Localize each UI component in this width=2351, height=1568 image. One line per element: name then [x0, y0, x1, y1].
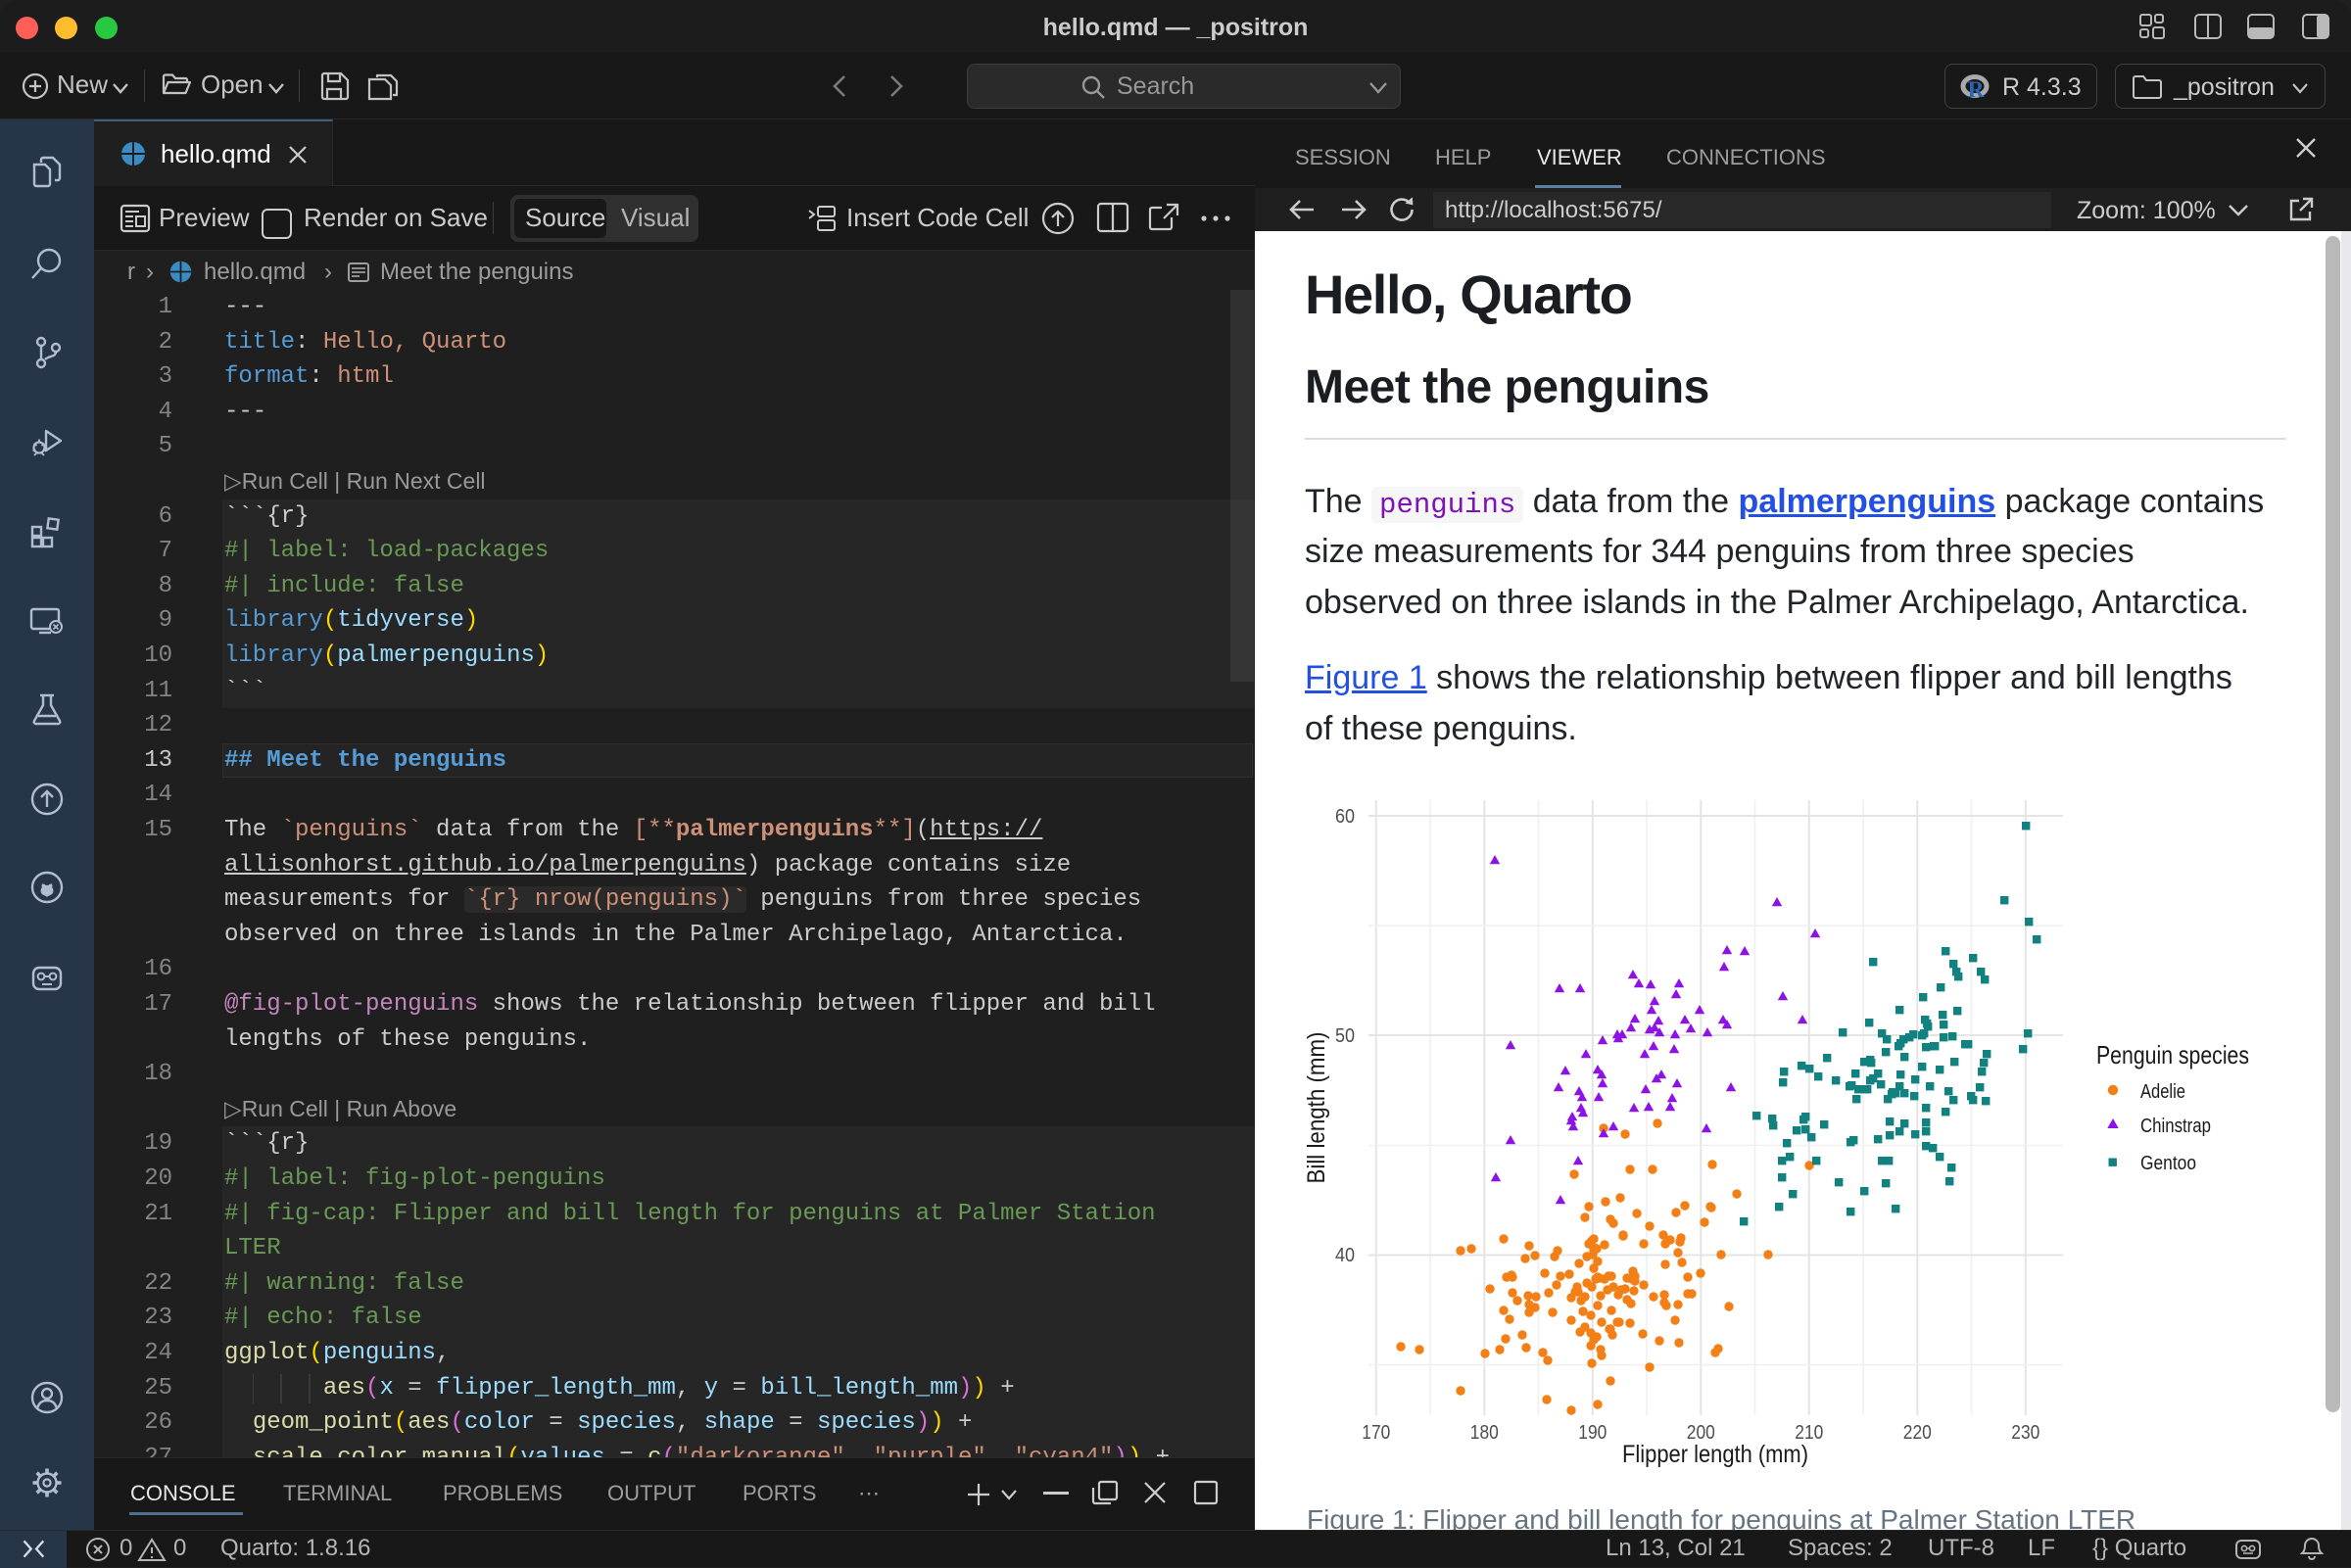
svg-text:50: 50 — [1335, 1025, 1355, 1047]
svg-text:220: 220 — [1903, 1422, 1932, 1444]
svg-text:Adelie: Adelie — [2140, 1081, 2185, 1103]
svg-text:Gentoo: Gentoo — [2140, 1153, 2196, 1174]
svg-text:190: 190 — [1578, 1422, 1607, 1444]
svg-text:180: 180 — [1470, 1422, 1499, 1444]
svg-text:Bill length (mm): Bill length (mm) — [1303, 1032, 1330, 1184]
svg-text:60: 60 — [1335, 806, 1355, 828]
svg-text:R: R — [1968, 77, 1985, 102]
svg-text:Flipper length (mm): Flipper length (mm) — [1622, 1441, 1808, 1468]
svg-text:230: 230 — [2011, 1422, 2039, 1444]
svg-text:40: 40 — [1335, 1245, 1355, 1266]
svg-text:Penguin species: Penguin species — [2096, 1040, 2249, 1069]
svg-text:170: 170 — [1362, 1422, 1390, 1444]
svg-text:Chinstrap: Chinstrap — [2140, 1116, 2211, 1137]
